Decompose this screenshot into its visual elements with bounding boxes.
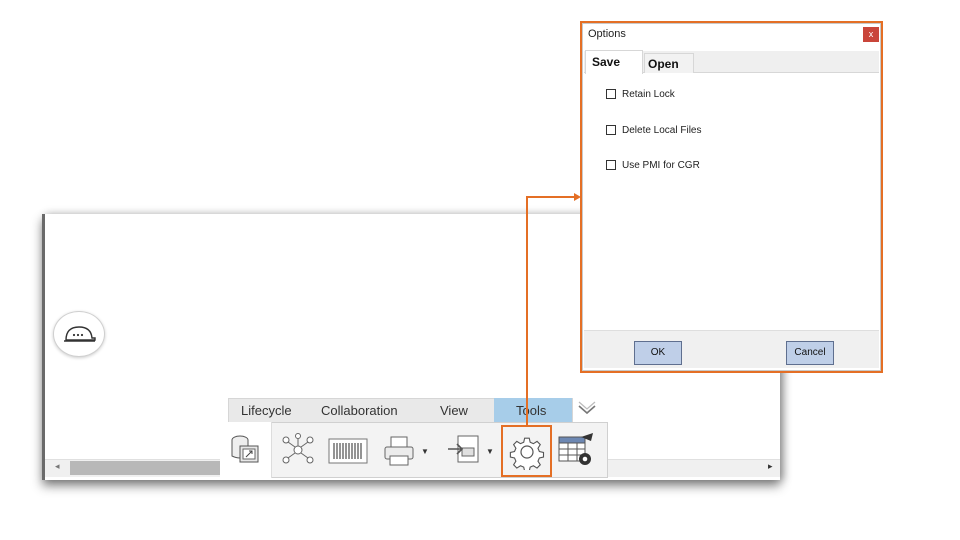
option-use-pmi-for-cgr[interactable]: Use PMI for CGR	[606, 158, 700, 172]
option-retain-lock[interactable]: Retain Lock	[606, 87, 675, 101]
dialog-title: Options	[588, 28, 626, 40]
cancel-button[interactable]: Cancel	[786, 341, 834, 365]
options-dialog: Options x Save Open Retain Lock Delete L…	[580, 21, 883, 373]
retain-lock-checkbox[interactable]	[606, 89, 616, 99]
close-icon: x	[868, 29, 874, 39]
close-button[interactable]: x	[863, 27, 879, 42]
tab-open[interactable]: Open	[644, 53, 694, 73]
ok-button[interactable]: OK	[634, 341, 682, 365]
option-label: Use PMI for CGR	[622, 159, 700, 171]
dialog-body	[582, 23, 881, 371]
use-pmi-for-cgr-checkbox[interactable]	[606, 160, 616, 170]
option-delete-local-files[interactable]: Delete Local Files	[606, 123, 701, 137]
tab-save[interactable]: Save	[585, 50, 643, 74]
screenshot-stage: ◂ ▸ Lifecycle Collaboration View Tools ▼…	[0, 0, 960, 540]
option-label: Retain Lock	[622, 88, 675, 100]
dialog-footer	[584, 330, 879, 368]
option-label: Delete Local Files	[622, 124, 702, 136]
delete-local-files-checkbox[interactable]	[606, 125, 616, 135]
